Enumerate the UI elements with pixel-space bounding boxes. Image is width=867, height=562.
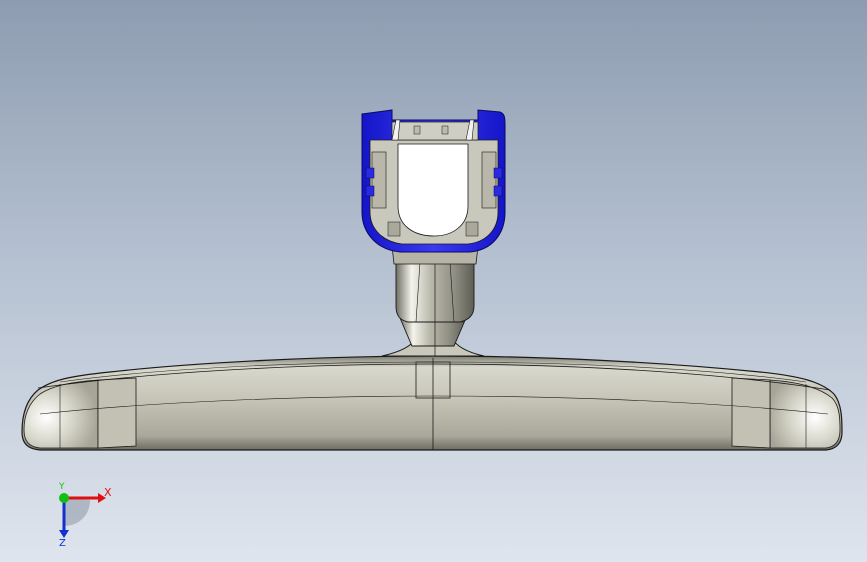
z-axis-label: Z xyxy=(59,538,66,546)
graphics-viewport[interactable]: X Y Z xyxy=(0,0,867,562)
mirror-body[interactable] xyxy=(21,355,843,451)
x-axis-label: X xyxy=(104,486,112,499)
section-housing[interactable] xyxy=(361,109,506,253)
mount-stem[interactable] xyxy=(381,245,485,357)
z-axis-arrow xyxy=(59,530,69,538)
axis-triad: X Y Z xyxy=(58,482,112,546)
y-axis-label: Y xyxy=(58,482,65,492)
y-axis-dot xyxy=(59,493,69,503)
model-view[interactable] xyxy=(0,0,867,562)
triad-plane xyxy=(64,498,90,526)
